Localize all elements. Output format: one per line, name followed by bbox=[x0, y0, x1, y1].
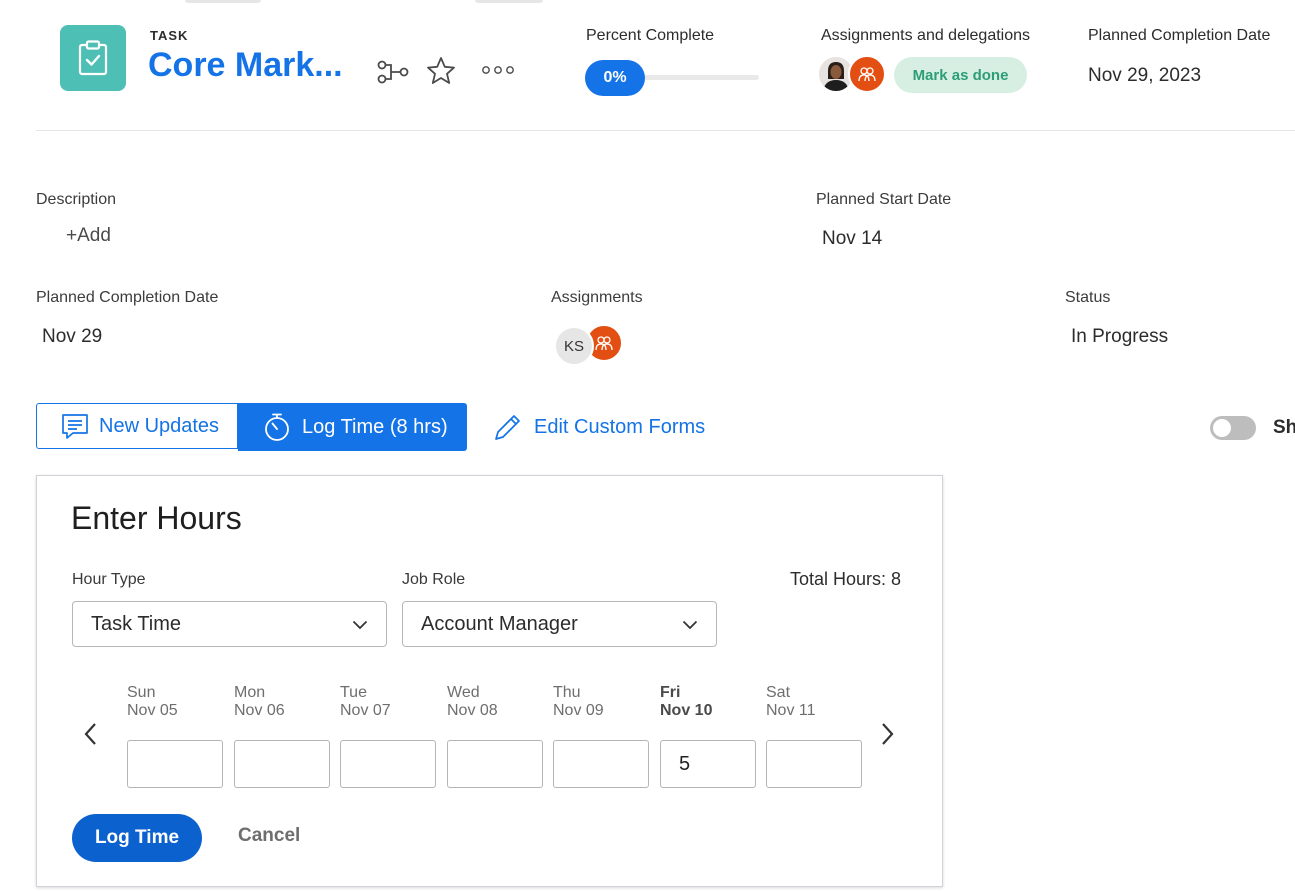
day-name: Fri bbox=[660, 684, 681, 701]
day-date: Nov 06 bbox=[234, 702, 285, 719]
planned-completion-value[interactable]: Nov 29 bbox=[42, 326, 102, 348]
hours-input-sat[interactable] bbox=[766, 740, 862, 788]
day-name: Sun bbox=[127, 684, 156, 701]
planned-completion-label: Planned Completion Date bbox=[36, 289, 219, 306]
description-label: Description bbox=[36, 191, 117, 208]
cancel-button[interactable]: Cancel bbox=[238, 825, 300, 847]
day-date: Nov 09 bbox=[553, 702, 604, 719]
hours-input-thu[interactable] bbox=[553, 740, 649, 788]
next-week-button[interactable] bbox=[876, 722, 900, 746]
day-column-wed: Wed Nov 08 bbox=[447, 684, 543, 788]
job-role-value: Account Manager bbox=[421, 612, 578, 635]
show-toggle[interactable] bbox=[1210, 416, 1256, 440]
day-name: Thu bbox=[553, 684, 581, 701]
hour-type-select[interactable]: Task Time bbox=[72, 601, 387, 647]
chevron-down-icon bbox=[352, 613, 368, 636]
hour-type-value: Task Time bbox=[91, 612, 182, 635]
hours-input-tue[interactable] bbox=[340, 740, 436, 788]
stopwatch-icon bbox=[262, 412, 292, 442]
day-date: Nov 10 bbox=[660, 702, 713, 719]
day-date: Nov 08 bbox=[447, 702, 498, 719]
job-role-label: Job Role bbox=[402, 571, 466, 588]
hours-input-wed[interactable] bbox=[447, 740, 543, 788]
day-column-fri: Fri Nov 10 5 bbox=[660, 684, 756, 788]
day-column-sun: Sun Nov 05 bbox=[127, 684, 223, 788]
header-divider bbox=[36, 130, 1295, 131]
tab-new-updates-label: New Updates bbox=[99, 414, 220, 437]
hour-type-label: Hour Type bbox=[72, 571, 146, 588]
progress-value-pill[interactable]: 0% bbox=[585, 60, 645, 96]
edit-custom-forms-button[interactable]: Edit Custom Forms bbox=[492, 408, 705, 446]
hours-input-fri[interactable]: 5 bbox=[660, 740, 756, 788]
day-date: Nov 11 bbox=[766, 702, 816, 719]
job-role-select[interactable]: Account Manager bbox=[402, 601, 717, 647]
star-icon[interactable] bbox=[424, 54, 458, 88]
hours-input-mon[interactable] bbox=[234, 740, 330, 788]
mark-as-done-button[interactable]: Mark as done bbox=[894, 57, 1027, 93]
day-name: Wed bbox=[447, 684, 480, 701]
team-avatar[interactable] bbox=[848, 55, 886, 93]
day-name: Mon bbox=[234, 684, 266, 701]
day-column-mon: Mon Nov 06 bbox=[234, 684, 330, 788]
toggle-knob bbox=[1213, 419, 1231, 437]
enter-hours-title: Enter Hours bbox=[71, 500, 242, 536]
assignments-delegations-label: Assignments and delegations bbox=[821, 27, 1031, 44]
task-type-label: TASK bbox=[150, 28, 189, 43]
top-edge-stub bbox=[475, 0, 543, 3]
clipboard-check-icon bbox=[78, 40, 108, 76]
edit-custom-forms-label: Edit Custom Forms bbox=[534, 415, 706, 438]
percent-complete-label: Percent Complete bbox=[586, 27, 715, 44]
assignments-label: Assignments bbox=[551, 289, 643, 306]
toggle-label: Sh bbox=[1273, 417, 1295, 438]
tab-new-updates[interactable]: New Updates bbox=[36, 403, 238, 449]
comment-icon bbox=[61, 412, 89, 440]
day-column-tue: Tue Nov 07 bbox=[340, 684, 436, 788]
status-label: Status bbox=[1065, 289, 1111, 306]
hours-input-sun[interactable] bbox=[127, 740, 223, 788]
status-value[interactable]: In Progress bbox=[1071, 326, 1168, 348]
log-time-button[interactable]: Log Time bbox=[72, 814, 202, 862]
chevron-down-icon bbox=[682, 613, 698, 636]
pencil-icon bbox=[492, 411, 524, 443]
day-column-thu: Thu Nov 09 bbox=[553, 684, 649, 788]
day-name: Sat bbox=[766, 684, 791, 701]
chevron-left-icon bbox=[84, 723, 96, 745]
planned-completion-header-value[interactable]: Nov 29, 2023 bbox=[1088, 65, 1201, 87]
task-type-icon bbox=[60, 25, 126, 91]
tab-log-time-label: Log Time (8 hrs) bbox=[302, 415, 448, 438]
tab-log-time[interactable]: Log Time (8 hrs) bbox=[238, 403, 467, 451]
planned-start-label: Planned Start Date bbox=[816, 191, 952, 208]
total-hours: Total Hours: 8 bbox=[790, 569, 902, 589]
day-name: Tue bbox=[340, 684, 367, 701]
add-description-link[interactable]: +Add bbox=[66, 225, 111, 247]
task-title[interactable]: Core Mark... bbox=[148, 46, 343, 85]
day-date: Nov 05 bbox=[127, 702, 178, 719]
day-date: Nov 07 bbox=[340, 702, 391, 719]
day-column-sat: Sat Nov 11 bbox=[766, 684, 862, 788]
assignee-initials-avatar[interactable]: KS bbox=[554, 326, 594, 366]
planned-start-value[interactable]: Nov 14 bbox=[822, 228, 882, 250]
hierarchy-icon[interactable] bbox=[376, 58, 410, 86]
team-icon bbox=[858, 67, 876, 82]
top-edge-stub bbox=[185, 0, 261, 3]
chevron-right-icon bbox=[882, 723, 894, 745]
more-options-icon[interactable] bbox=[480, 60, 516, 80]
team-icon bbox=[595, 336, 613, 351]
planned-completion-header-label: Planned Completion Date bbox=[1088, 27, 1271, 44]
previous-week-button[interactable] bbox=[78, 722, 102, 746]
